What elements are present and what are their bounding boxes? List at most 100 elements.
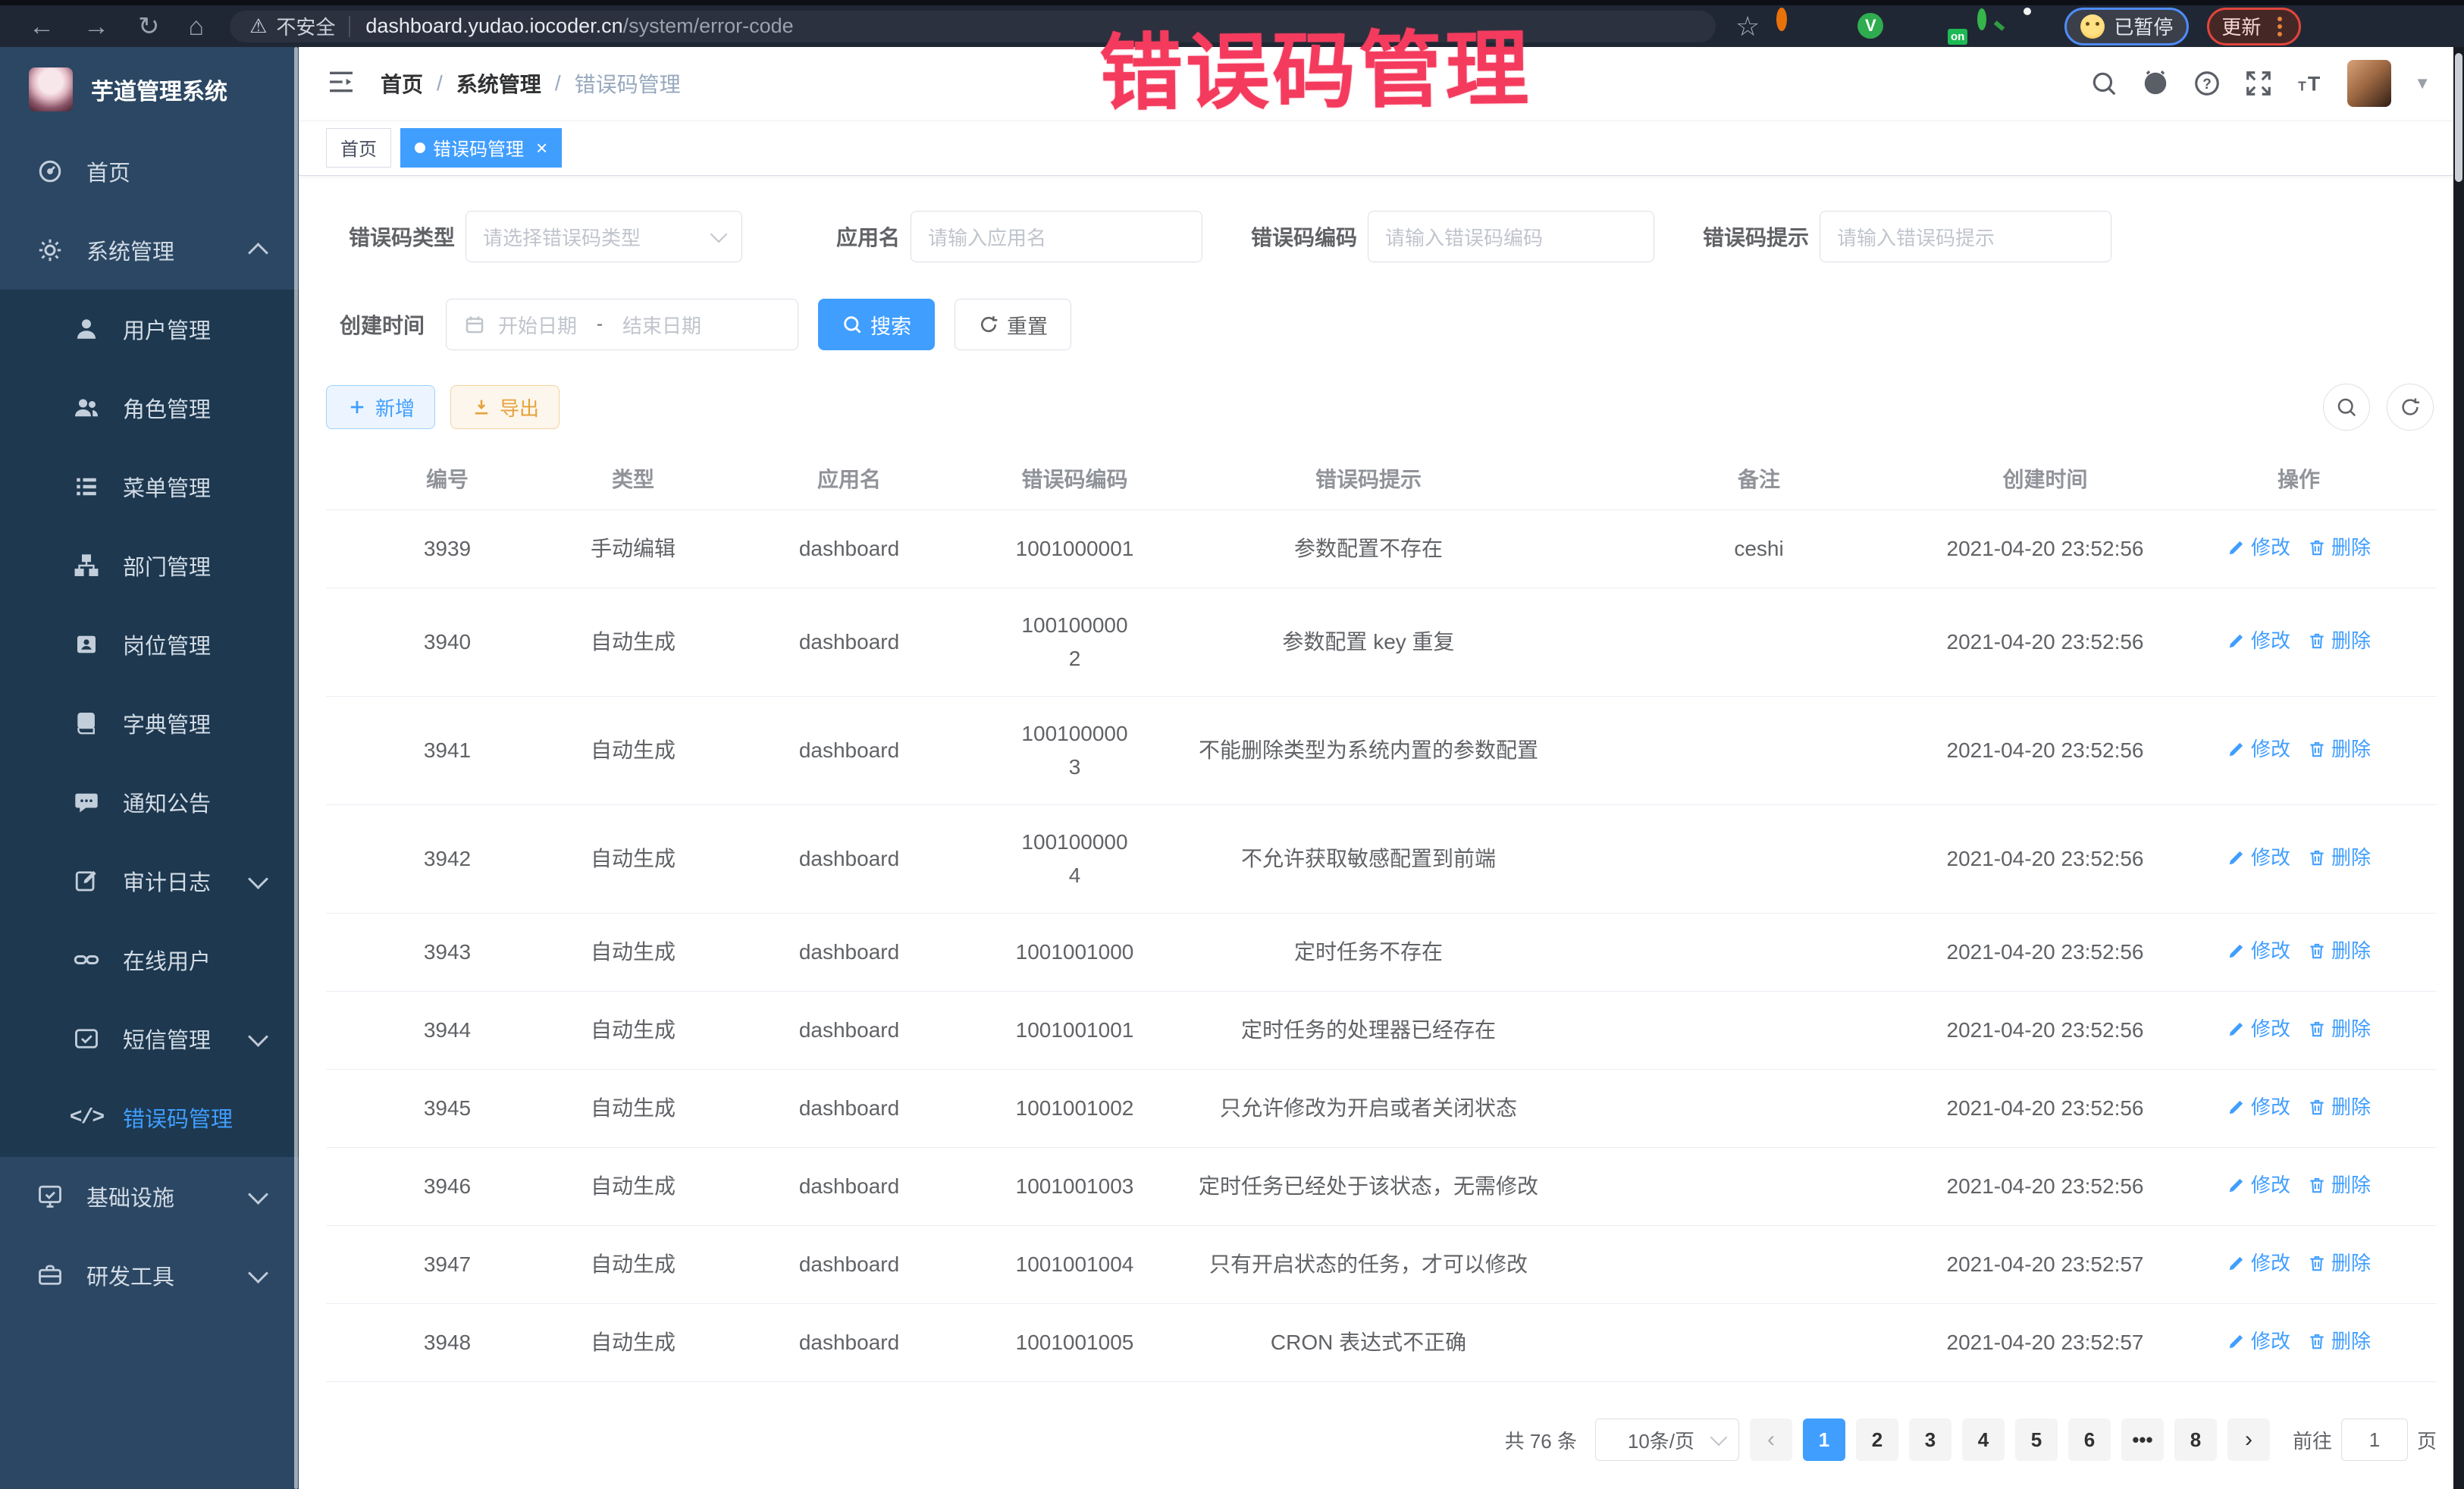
docs-question-icon[interactable]: ? xyxy=(2193,69,2221,98)
delete-link[interactable]: 删除 xyxy=(2307,624,2371,657)
sidebar-item-post[interactable]: 岗位管理 xyxy=(0,605,299,684)
window-scrollbar[interactable] xyxy=(2453,47,2464,1489)
error-type-select[interactable]: 请选择错误码类型 xyxy=(466,211,742,262)
delete-link[interactable]: 删除 xyxy=(2307,841,2371,874)
sidebar-item-sms[interactable]: 短信管理 xyxy=(0,999,299,1078)
column-header: 错误码编码 xyxy=(1001,450,1149,510)
add-button[interactable]: 新增 xyxy=(326,385,435,429)
sidebar-item-system[interactable]: 系统管理 xyxy=(0,211,299,290)
delete-link[interactable]: 删除 xyxy=(2307,531,2371,564)
breadcrumb-system[interactable]: 系统管理 xyxy=(456,68,541,99)
user-avatar[interactable] xyxy=(2347,60,2391,107)
error-hint-input[interactable]: 请输入错误码提示 xyxy=(1820,211,2111,262)
more-pages-button[interactable]: ••• xyxy=(2121,1418,2164,1461)
hide-search-icon[interactable] xyxy=(2323,384,2370,431)
sidebar-item-dept[interactable]: 部门管理 xyxy=(0,526,299,605)
page-button-1[interactable]: 1 xyxy=(1803,1418,1845,1461)
sidebar-item-home[interactable]: 首页 xyxy=(0,132,299,211)
kebab-menu-icon[interactable] xyxy=(2277,24,2282,29)
sidebar-item-menu[interactable]: 菜单管理 xyxy=(0,447,299,526)
page-size-select[interactable]: 10条/页 xyxy=(1595,1418,1739,1461)
export-button[interactable]: 导出 xyxy=(450,385,560,429)
sidebar-item-audit[interactable]: 审计日志 xyxy=(0,842,299,920)
back-icon[interactable]: ← xyxy=(29,14,55,39)
tag-error-code[interactable]: 错误码管理 × xyxy=(400,128,562,168)
browser-update-button[interactable]: 更新 xyxy=(2207,8,2301,45)
edit-link[interactable]: 修改 xyxy=(2227,531,2290,564)
search-icon[interactable] xyxy=(2089,69,2118,98)
avatar-caret-icon[interactable]: ▼ xyxy=(2414,74,2431,93)
date-range-picker[interactable]: 开始日期 - 结束日期 xyxy=(446,299,798,350)
puzzle-icon[interactable] xyxy=(2017,13,2045,40)
error-code-input[interactable]: 请输入错误码编码 xyxy=(1368,211,1654,262)
page-button-6[interactable]: 6 xyxy=(2068,1418,2111,1461)
green-key-icon[interactable] xyxy=(1977,13,2005,40)
page-button-4[interactable]: 4 xyxy=(1962,1418,2005,1461)
delete-link[interactable]: 删除 xyxy=(2307,934,2371,967)
profile-emoji-icon xyxy=(2080,14,2105,39)
sidebar-item-errcode[interactable]: </>错误码管理 xyxy=(0,1078,299,1157)
sidebar-item-user[interactable]: 用户管理 xyxy=(0,290,299,368)
operations-cell: 修改删除 xyxy=(2161,805,2437,914)
page-button-2[interactable]: 2 xyxy=(1856,1418,1898,1461)
goto-page-input[interactable]: 1 xyxy=(2341,1418,2408,1461)
next-page-button[interactable]: › xyxy=(2227,1418,2270,1461)
edit-link[interactable]: 修改 xyxy=(2227,841,2290,874)
sidebar-item-dict[interactable]: 字典管理 xyxy=(0,684,299,763)
prev-page-button[interactable]: ‹ xyxy=(1750,1418,1792,1461)
operations-cell: 修改删除 xyxy=(2161,914,2437,992)
reload-icon[interactable]: ↻ xyxy=(138,14,160,39)
browser-profile-button[interactable]: 已暂停 xyxy=(2064,8,2189,45)
delete-link[interactable]: 删除 xyxy=(2307,1012,2371,1045)
edit-link[interactable]: 修改 xyxy=(2227,732,2290,766)
delete-link[interactable]: 删除 xyxy=(2307,732,2371,766)
bookmark-star-icon[interactable]: ☆ xyxy=(1735,11,1760,42)
reset-button[interactable]: 重置 xyxy=(955,299,1071,350)
app-name-input[interactable]: 请输入应用名 xyxy=(911,211,1202,262)
page-button-8[interactable]: 8 xyxy=(2174,1418,2217,1461)
trash-icon xyxy=(2307,739,2327,759)
edit-link[interactable]: 修改 xyxy=(2227,1324,2290,1358)
search-button[interactable]: 搜索 xyxy=(818,299,935,350)
edit-link[interactable]: 修改 xyxy=(2227,1246,2290,1280)
edit-link[interactable]: 修改 xyxy=(2227,624,2290,657)
sidebar-fold-icon[interactable] xyxy=(326,67,356,101)
edit-link[interactable]: 修改 xyxy=(2227,1090,2290,1124)
fullscreen-icon[interactable] xyxy=(2244,69,2273,98)
scrollbar-thumb[interactable] xyxy=(2455,53,2462,182)
delete-link[interactable]: 删除 xyxy=(2307,1324,2371,1358)
sidebar-item-online[interactable]: 在线用户 xyxy=(0,920,299,999)
list-on-icon[interactable]: on xyxy=(1937,13,1964,40)
chevron-down-icon xyxy=(248,1184,268,1205)
sidebar-item-role[interactable]: 角色管理 xyxy=(0,368,299,447)
logo-row[interactable]: 芋道管理系统 xyxy=(0,47,299,132)
tag-home[interactable]: 首页 xyxy=(326,128,391,168)
sidebar-scrollbar[interactable] xyxy=(294,47,298,1489)
page-button-3[interactable]: 3 xyxy=(1909,1418,1951,1461)
page-button-5[interactable]: 5 xyxy=(2015,1418,2058,1461)
blue-gem-icon[interactable] xyxy=(1817,13,1844,40)
home-icon[interactable]: ⌂ xyxy=(189,14,205,39)
sidebar-item-devtool[interactable]: 研发工具 xyxy=(0,1236,299,1315)
github-icon[interactable] xyxy=(2141,69,2170,98)
tag-close-icon[interactable]: × xyxy=(536,138,547,158)
forward-icon[interactable]: → xyxy=(83,14,109,39)
page-unit-label: 页 xyxy=(2417,1426,2437,1454)
grid-icon[interactable] xyxy=(1897,13,1924,40)
edit-link[interactable]: 修改 xyxy=(2227,1168,2290,1202)
delete-link[interactable]: 删除 xyxy=(2307,1246,2371,1280)
sidebar-item-infra[interactable]: 基础设施 xyxy=(0,1157,299,1236)
delete-link[interactable]: 删除 xyxy=(2307,1168,2371,1202)
table-cell: 自动生成 xyxy=(569,992,698,1070)
sidebar-item-notice[interactable]: 通知公告 xyxy=(0,763,299,842)
table-cell: 3947 xyxy=(326,1226,569,1304)
delete-link[interactable]: 删除 xyxy=(2307,1090,2371,1124)
font-size-icon[interactable]: TT xyxy=(2296,69,2324,98)
table-cell: 自动生成 xyxy=(569,1304,698,1382)
orange-ring-icon[interactable] xyxy=(1776,13,1804,40)
edit-link[interactable]: 修改 xyxy=(2227,1012,2290,1045)
breadcrumb-home[interactable]: 首页 xyxy=(381,68,423,99)
refresh-icon[interactable] xyxy=(2387,384,2434,431)
green-v-icon[interactable]: V xyxy=(1857,13,1884,40)
edit-link[interactable]: 修改 xyxy=(2227,934,2290,967)
